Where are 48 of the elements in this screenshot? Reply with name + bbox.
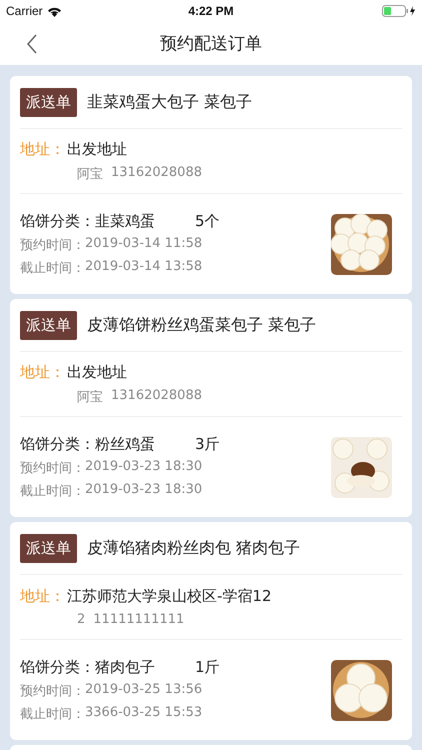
address-label: 地址： [20, 362, 65, 382]
address-label: 地址： [20, 587, 65, 606]
booking-time-label: 预约时间： [20, 460, 85, 476]
address-label: 地址： [20, 140, 65, 158]
quantity-text: 1斤 [195, 658, 220, 676]
contact-phone: 13162028088 [111, 164, 202, 182]
deadline-time: 2019-03-23 18:30 [85, 482, 202, 498]
address-text: 出发地址 [67, 362, 127, 382]
order-type-badge: 派送单 [20, 534, 77, 562]
order-title: 皮薄馅猪肉粉丝肉包 猪肉包子 [87, 538, 300, 558]
booking-time: 2019-03-25 13:56 [85, 682, 202, 698]
contact-name: 2 [77, 612, 86, 627]
order-card[interactable]: 派送单 皮薄馅猪肉粉丝肉包 猪肉包子 地址：江苏师范大学泉山校区-学宿12 2 11111111111 馅饼分类：猪肉包子 1斤 预约时间：2019-03-25 13:56 截止时间：3366-03-25 15:53 [10, 522, 412, 740]
filling-label: 馅饼分类： [20, 434, 95, 454]
order-card[interactable]: 派送单 皮薄馅饼粉丝鸡蛋菜包子 菜包子 地址：出发地址 阿宝 13162028088 馅饼分类：粉丝鸡蛋 3斤 预约时间：2019-03-23 18:30 截止时间：2019-03-23 18:30 [10, 299, 412, 517]
battery-icon [382, 5, 416, 17]
booking-time: 2019-03-23 18:30 [85, 458, 202, 476]
page-title: 预约配送订单 [160, 33, 262, 55]
deadline-label: 截止时间： [20, 482, 85, 500]
deadline-label: 截止时间： [20, 706, 85, 722]
address-text: 出发地址 [67, 140, 127, 158]
booking-time: 2019-03-14 11:58 [85, 236, 202, 252]
filling-value: 猪肉包子 [95, 658, 156, 676]
address-text: 江苏师范大学泉山校区-学宿12 [67, 587, 272, 606]
order-type-badge: 派送单 [20, 310, 77, 340]
order-type-badge: 派送单 [20, 88, 77, 116]
back-icon[interactable] [26, 34, 38, 54]
booking-time-label: 预约时间： [20, 236, 85, 254]
contact-phone: 11111111111 [93, 612, 184, 627]
deadline-time: 2019-03-14 13:58 [85, 258, 202, 276]
clock-time: 4:22 PM [188, 4, 234, 18]
carrier-name: Carrier [6, 4, 43, 18]
filling-label: 馅饼分类： [20, 658, 95, 676]
filling-value: 韭菜鸡蛋 [95, 212, 156, 230]
contact-name: 阿宝 [77, 388, 103, 406]
booking-time-label: 预约时间： [20, 682, 85, 700]
deadline-label: 截止时间： [20, 260, 85, 276]
quantity-text: 5个 [195, 212, 220, 230]
order-title: 皮薄馅饼粉丝鸡蛋菜包子 菜包子 [87, 314, 316, 336]
contact-phone: 13162028088 [111, 388, 202, 404]
wifi-icon [46, 6, 62, 16]
order-card[interactable]: 派送单 韭菜鸡蛋大包子 菜包子 地址：出发地址 阿宝 13162028088 馅饼分类：韭菜鸡蛋 5个 预约时间：2019-03-14 11:58 截止时间：2019-03-14 13:58 [10, 76, 412, 294]
deadline-time: 3366-03-25 15:53 [85, 704, 202, 722]
quantity-text: 3斤 [195, 434, 220, 454]
filling-value: 粉丝鸡蛋 [95, 434, 156, 454]
order-title: 韭菜鸡蛋大包子 菜包子 [87, 92, 252, 112]
filling-label: 馅饼分类： [20, 212, 95, 230]
contact-name: 阿宝 [77, 166, 103, 182]
